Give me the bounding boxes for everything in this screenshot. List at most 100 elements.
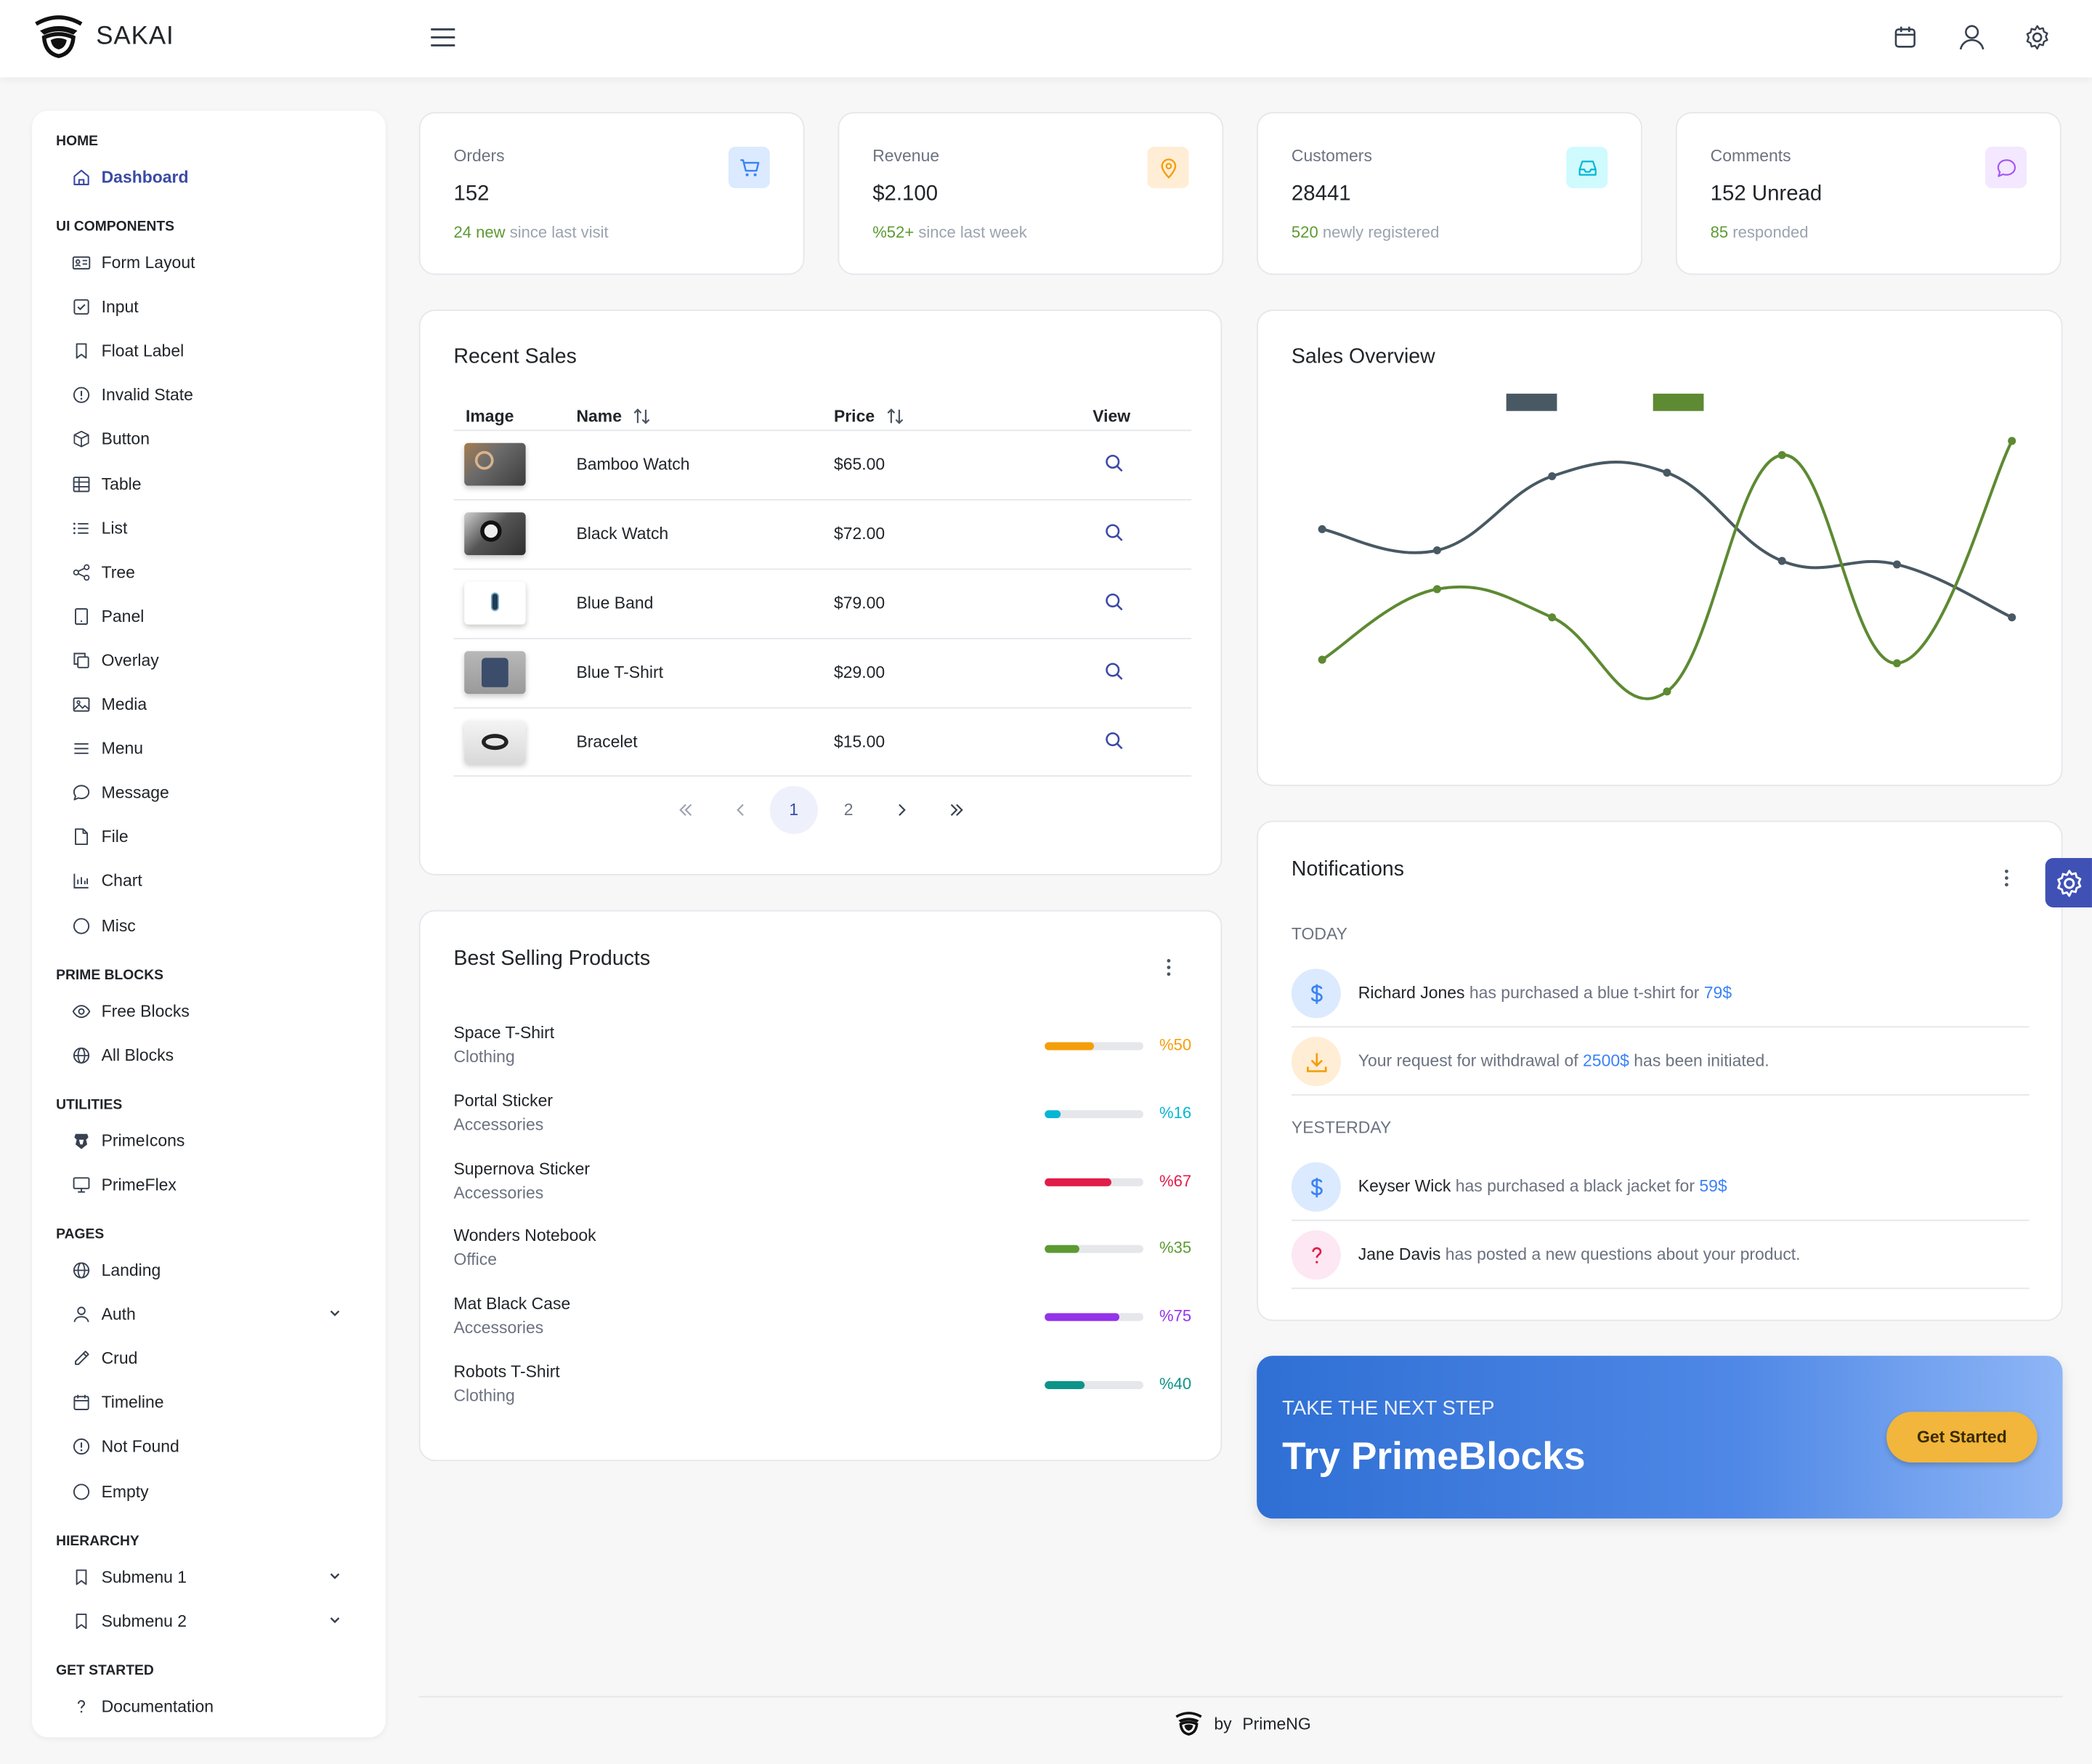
data-point[interactable] [2008,613,2016,622]
layout-config-button[interactable] [2045,857,2092,907]
clone-icon [73,652,89,668]
view-button[interactable] [1105,592,1124,618]
product-image [464,720,526,764]
sidebar-item-primeicons[interactable]: PrimeIcons [72,1126,365,1155]
data-point[interactable] [1548,613,1557,622]
data-point[interactable] [1432,585,1441,594]
sidebar-item-primeflex[interactable]: PrimeFlex [72,1170,365,1199]
sidebar-item-icon [72,168,91,187]
sidebar-item-media[interactable]: Media [72,690,365,719]
table-row: Black Watch $72.00 [453,498,1192,569]
legend-swatch[interactable] [1653,393,1704,411]
data-point[interactable] [1777,557,1786,565]
sidebar-item-not-found[interactable]: Not Found [72,1432,365,1461]
profile-button[interactable] [1956,21,1988,53]
data-point[interactable] [1663,687,1671,696]
sidebar-item-icon [72,298,91,317]
product-item: Space T-Shirt Clothing %50 [453,1024,1191,1077]
sidebar-item-empty[interactable]: Empty [72,1476,365,1505]
next-page-button[interactable] [878,786,926,834]
sidebar-item-label: Message [101,783,169,803]
first-page-button[interactable] [662,786,710,834]
sidebar-item-submenu-1[interactable]: Submenu 1 [72,1563,365,1592]
menu-toggle-button[interactable] [427,21,459,53]
sidebar-item-panel[interactable]: Panel [72,602,365,631]
sidebar-item-misc[interactable]: Misc [72,911,365,940]
sidebar-item-label: Not Found [101,1437,179,1457]
notifications-menu-button[interactable] [1996,866,2017,890]
data-point[interactable] [1432,546,1441,555]
product-name: Bracelet [576,732,638,752]
sidebar-item-invalid-state[interactable]: Invalid State [72,381,365,410]
sidebar-item-icon [72,1261,91,1280]
view-button[interactable] [1105,732,1124,757]
sidebar-item-label: All Blocks [101,1046,174,1065]
sidebar-item-tree[interactable]: Tree [72,557,365,586]
calendar-button[interactable] [1889,21,1921,53]
app-name: SAKAI [96,23,174,51]
product-image [464,581,526,625]
sidebar-item-free-blocks[interactable]: Free Blocks [72,997,365,1026]
box-icon [73,431,89,448]
chart-bar-icon [73,874,89,889]
sidebar-item-submenu-2[interactable]: Submenu 2 [72,1607,365,1636]
progress-percent: %35 [1159,1239,1192,1258]
sort-icon[interactable] [885,407,904,426]
sidebar-item-file[interactable]: File [72,822,365,851]
column-header-price[interactable]: Price [834,407,904,426]
sidebar-item-list[interactable]: List [72,513,365,542]
settings-button[interactable] [2022,21,2054,53]
progress-percent: %16 [1159,1103,1192,1122]
data-point[interactable] [1548,472,1557,481]
data-point[interactable] [1663,469,1671,477]
app-logo[interactable]: SAKAI [32,13,174,61]
sidebar-item-float-label[interactable]: Float Label [72,336,365,365]
sidebar-item-button[interactable]: Button [72,425,365,454]
data-point[interactable] [2008,437,2016,445]
page-button-1[interactable]: 1 [769,785,818,834]
sidebar-item-timeline[interactable]: Timeline [72,1388,365,1417]
page-button-2[interactable]: 2 [824,786,872,834]
get-started-button[interactable]: Get Started [1886,1412,2038,1463]
sidebar-section-title: UTILITIES [56,1096,123,1113]
view-button[interactable] [1105,453,1124,479]
sort-icon[interactable] [633,407,652,426]
stat-subtext-rest: responded [1728,222,1809,242]
sidebar-item-table[interactable]: Table [72,469,365,498]
sidebar-item-crud[interactable]: Crud [72,1344,365,1373]
progress-fill [1045,1109,1061,1118]
recent-sales-title: Recent Sales [453,345,577,368]
footer-brand: PrimeNG [1242,1715,1311,1733]
sidebar-item-all-blocks[interactable]: All Blocks [72,1041,365,1070]
search-icon [1106,593,1123,611]
bars-icon [74,743,89,754]
progress-percent: %50 [1159,1035,1192,1054]
prev-page-button[interactable] [716,786,764,834]
legend-swatch[interactable] [1506,393,1557,411]
product-image [464,512,526,556]
sidebar-item-input[interactable]: Input [72,292,365,321]
sidebar-item-message[interactable]: Message [72,778,365,807]
stat-card-orders: Orders 152 24 new since last visit [418,112,805,275]
column-header-name[interactable]: Name [576,407,651,426]
view-button[interactable] [1105,662,1124,687]
data-point[interactable] [1892,659,1901,668]
data-point[interactable] [1318,525,1326,533]
data-point[interactable] [1892,560,1901,569]
sidebar-item-form-layout[interactable]: Form Layout [72,248,365,278]
sidebar-item-auth[interactable]: Auth [72,1300,365,1329]
data-point[interactable] [1777,450,1786,459]
sidebar-item-dashboard[interactable]: Dashboard [72,163,365,192]
sidebar-item-label: Dashboard [101,168,189,187]
data-point[interactable] [1318,655,1326,664]
sidebar-item-overlay[interactable]: Overlay [72,646,365,675]
view-button[interactable] [1105,523,1124,549]
sidebar-item-chart[interactable]: Chart [72,867,365,896]
last-page-button[interactable] [933,786,981,834]
best-selling-menu-button[interactable] [1158,955,1179,979]
product-item: Robots T-Shirt Clothing %40 [453,1362,1191,1415]
recent-sales-card: Recent Sales Image Name Price View Bambo… [418,309,1223,875]
sidebar-item-menu[interactable]: Menu [72,734,365,763]
sidebar-item-documentation[interactable]: Documentation [72,1692,365,1721]
sidebar-item-landing[interactable]: Landing [72,1255,365,1284]
